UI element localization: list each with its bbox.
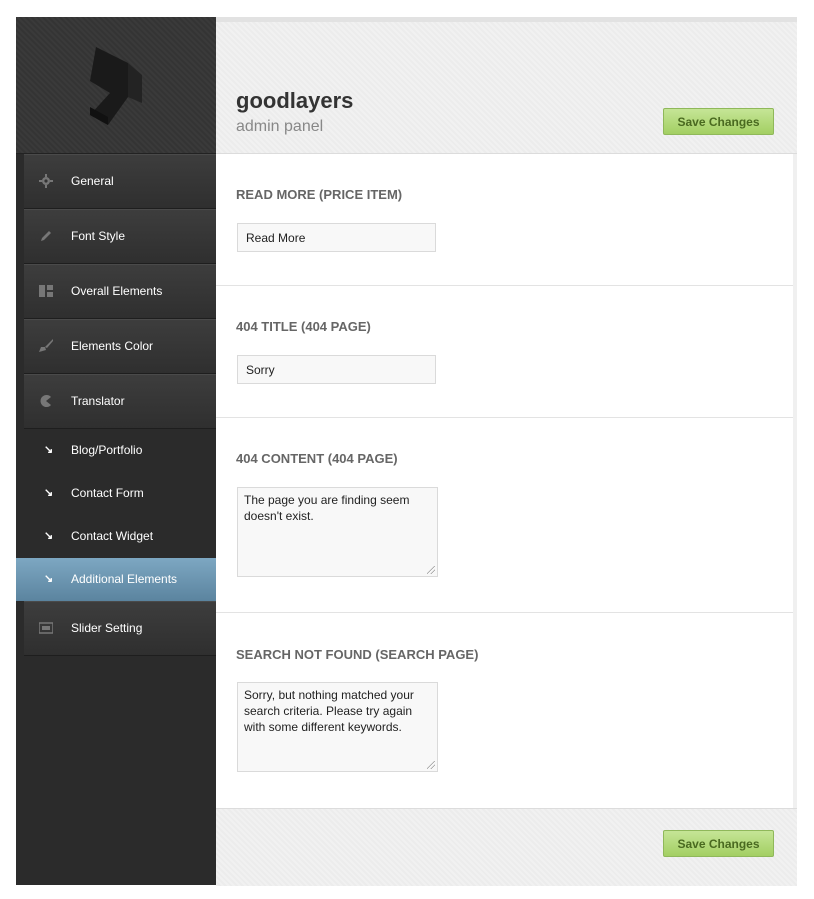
pacman-icon [40,395,51,407]
subitem-contact-widget[interactable]: ↘ Contact Widget [16,515,216,558]
subitem-contact-form[interactable]: ↘ Contact Form [16,472,216,515]
subitem-label: Contact Widget [71,529,154,543]
arrow-down-right-icon: ↘ [44,530,54,542]
subitem-label: Blog/Portfolio [71,443,143,457]
section-read-more: READ MORE (PRICE ITEM) Read More [216,154,793,286]
layout-icon [39,285,53,297]
sidebar-item-label: Elements Color [71,339,154,353]
subitem-label: Contact Form [71,486,144,500]
subitem-label: Additional Elements [71,572,178,586]
arrow-down-right-icon: ↘ [44,573,54,585]
sidebar-item-label: Overall Elements [71,284,163,298]
section-title: SEARCH NOT FOUND (SEARCH PAGE) [236,647,479,662]
textarea-text: The page you are finding seem doesn't ex… [244,493,410,523]
brush-icon [39,339,53,352]
header: goodlayers admin panel Save Changes [216,22,797,154]
search-not-found-textarea[interactable]: Sorry, but nothing matched your search c… [237,682,438,772]
sidebar-item-translator[interactable]: Translator [24,374,216,429]
sidebar-item-overall-elements[interactable]: Overall Elements [24,264,216,319]
brand-subtitle: admin panel [236,118,324,135]
content-scrollbar[interactable] [793,154,797,808]
resize-grip-icon[interactable] [427,761,435,769]
sidebar-item-font-style[interactable]: Font Style [24,209,216,264]
textarea-text: Sorry, but nothing matched your search c… [244,688,414,734]
section-404-title: 404 TITLE (404 PAGE) Sorry [216,286,793,418]
sidebar-item-elements-color[interactable]: Elements Color [24,319,216,374]
slider-icon [39,622,53,634]
footer: Save Changes [216,808,797,886]
subitem-additional-elements[interactable]: ↘ Additional Elements [16,558,216,601]
gear-icon [39,174,53,188]
sidebar-item-label: Slider Setting [71,621,143,635]
section-title: READ MORE (PRICE ITEM) [236,187,403,202]
sidebar-item-label: Translator [71,394,125,408]
brand-title: goodlayers [236,88,354,113]
section-search-not-found: SEARCH NOT FOUND (SEARCH PAGE) Sorry, bu… [216,613,793,808]
sidebar-item-slider-setting[interactable]: Slider Setting [24,601,216,656]
sidebar-item-general[interactable]: General [24,154,216,209]
section-404-content: 404 CONTENT (404 PAGE) The page you are … [216,418,793,613]
resize-grip-icon[interactable] [427,566,435,574]
settings-content: READ MORE (PRICE ITEM) Read More 404 TIT… [216,154,793,808]
save-changes-button[interactable]: Save Changes [663,108,774,135]
section-title: 404 CONTENT (404 PAGE) [236,451,398,466]
subitem-blog-portfolio[interactable]: ↘ Blog/Portfolio [16,429,216,472]
sidebar-item-label: Font Style [71,229,126,243]
pencil-icon [41,231,51,241]
save-changes-button[interactable]: Save Changes [663,830,774,857]
sidebar-item-label: General [71,174,114,188]
404-content-textarea[interactable]: The page you are finding seem doesn't ex… [237,487,438,577]
section-title: 404 TITLE (404 PAGE) [236,319,371,334]
sidebar-menu: General Font Style Overall Elements Elem… [16,154,216,656]
arrow-down-right-icon: ↘ [44,487,54,499]
404-title-input[interactable]: Sorry [237,355,436,384]
read-more-input[interactable]: Read More [237,223,436,252]
sidebar: General Font Style Overall Elements Elem… [16,17,216,885]
admin-panel-frame: General Font Style Overall Elements Elem… [16,17,797,886]
goodlayers-logo [90,47,142,125]
arrow-down-right-icon: ↘ [44,444,54,456]
logo-area [16,17,216,154]
